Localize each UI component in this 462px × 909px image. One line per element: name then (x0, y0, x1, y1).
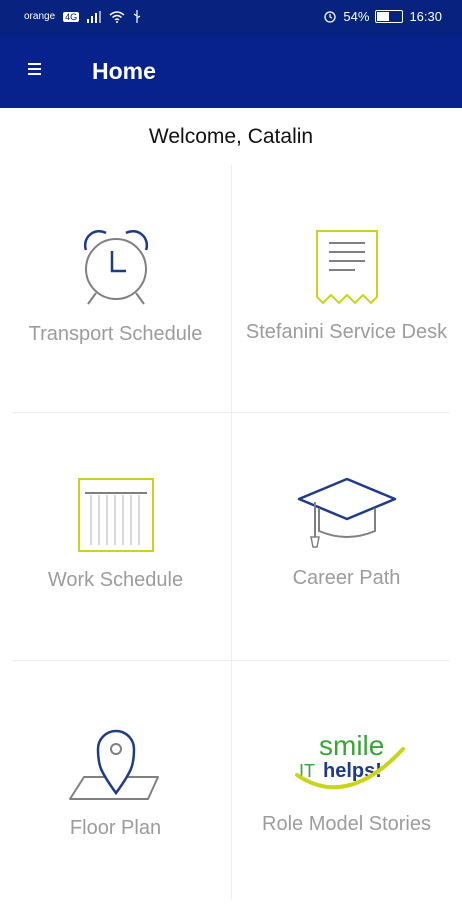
logo-helps-text: helps! (323, 760, 382, 782)
hamburger-menu-icon[interactable] (22, 60, 48, 84)
receipt-icon (231, 229, 462, 305)
battery-icon (375, 10, 404, 23)
tile-transport-schedule[interactable]: Transport Schedule (0, 165, 231, 413)
tile-service-desk[interactable]: Stefanini Service Desk (231, 165, 462, 413)
status-time: 16:30 (409, 9, 442, 24)
network-badge: 4G (63, 11, 80, 22)
tile-floor-plan[interactable]: Floor Plan (0, 661, 231, 909)
tile-label: Stefanini Service Desk (245, 321, 448, 343)
tile-label: Role Model Stories (262, 813, 431, 835)
calendar-grid-icon (0, 477, 231, 553)
usb-icon (133, 10, 141, 23)
status-bar-right: 54% 16:30 (323, 9, 442, 24)
carrier-name: orange (24, 11, 56, 22)
page-title: Home (92, 58, 156, 84)
alarm-clock-icon (0, 225, 231, 309)
welcome-message: Welcome, Catalin (148, 125, 314, 148)
graduation-cap-icon (231, 477, 462, 551)
wifi-icon (109, 10, 125, 23)
battery-fill (377, 12, 390, 21)
tile-label: Career Path (292, 567, 401, 589)
tile-label: Work Schedule (47, 569, 184, 591)
battery-percent: 54% (343, 9, 370, 24)
tile-label: Floor Plan (69, 817, 162, 839)
status-bar: orange 4G 54% 16:30 (0, 0, 462, 36)
tile-work-schedule[interactable]: Work Schedule (0, 413, 231, 661)
alarm-icon (324, 11, 337, 23)
logo-smile-text: smile (319, 730, 384, 761)
tile-role-model-stories[interactable]: smile IT helps! Role Model Stories (231, 661, 462, 909)
map-pin-icon (0, 727, 231, 801)
status-bar-left: orange 4G (24, 10, 141, 23)
tile-label: Transport Schedule (28, 323, 203, 345)
app-bar: Home (0, 36, 462, 108)
tile-career-path[interactable]: Career Path (231, 413, 462, 661)
signal-icon (87, 10, 102, 23)
it-helps-logo: smile IT helps! (231, 727, 462, 803)
